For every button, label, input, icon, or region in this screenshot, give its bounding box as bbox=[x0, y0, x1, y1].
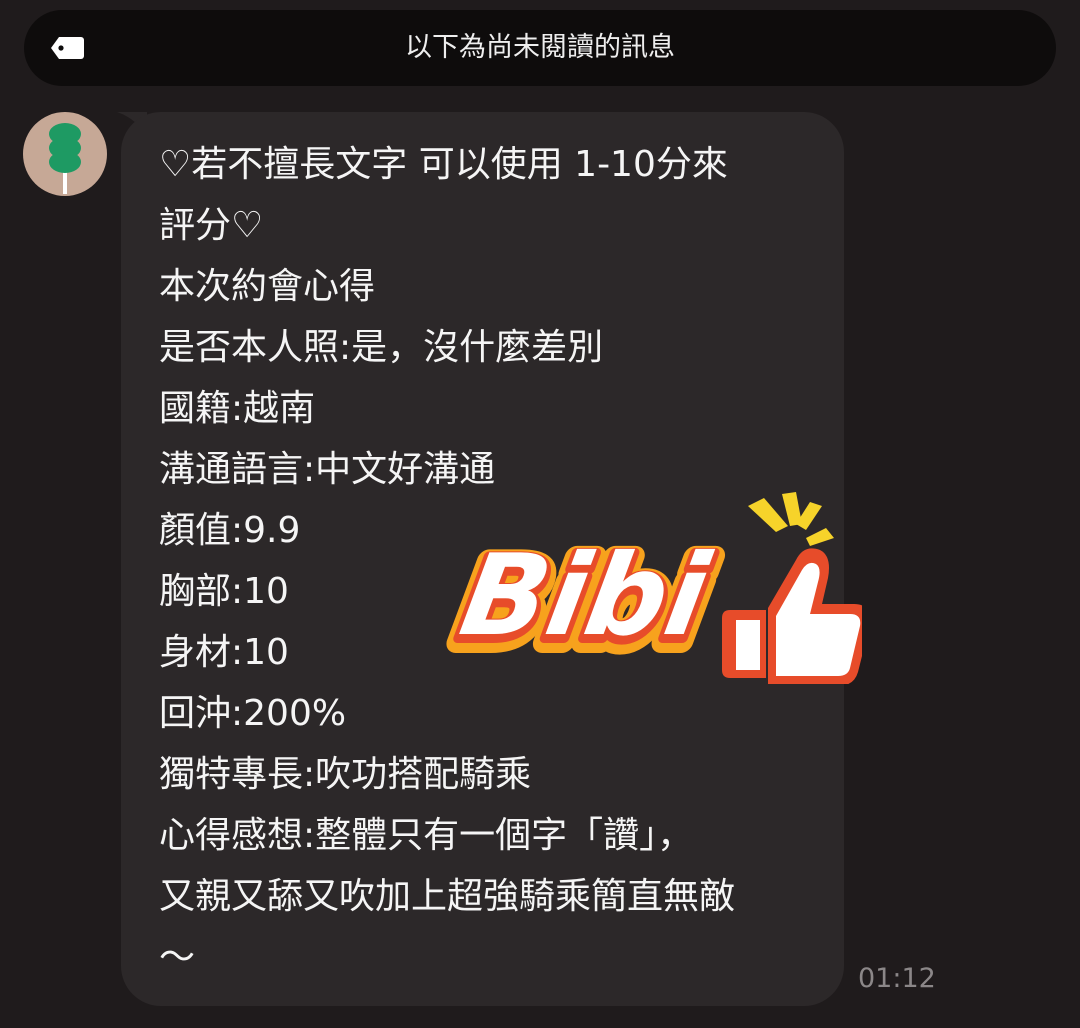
bibi-sticker: Bibi Bibi Bibi bbox=[440, 492, 862, 684]
sparkle-rays bbox=[748, 492, 834, 546]
thumbs-up-icon bbox=[722, 548, 862, 684]
message-line: ～ bbox=[159, 937, 196, 978]
message-line: 評分♡ bbox=[159, 205, 264, 246]
message-line: 本次約會心得 bbox=[159, 266, 376, 307]
message-line: 回沖:200% bbox=[159, 693, 347, 734]
message-timestamp: 01:12 bbox=[858, 963, 936, 994]
unread-messages-banner: 以下為尚未閱讀的訊息 bbox=[24, 10, 1056, 86]
sticker-text: Bibi bbox=[452, 530, 719, 661]
message-line: 心得感想:整體只有一個字「讚」， bbox=[159, 815, 694, 856]
message-line: 國籍:越南 bbox=[159, 388, 316, 429]
avatar[interactable] bbox=[23, 112, 107, 196]
tanghulu-icon bbox=[49, 123, 81, 194]
message-line: 獨特專長:吹功搭配騎乘 bbox=[159, 754, 532, 795]
message-line: 又親又舔又吹加上超強騎乘簡直無敵 bbox=[159, 876, 736, 917]
message-line: ♡若不擅長文字 可以使用 1-10分來 bbox=[159, 144, 728, 185]
unread-messages-label: 以下為尚未閱讀的訊息 bbox=[405, 32, 675, 63]
message-line: 是否本人照:是，沒什麼差別 bbox=[159, 327, 604, 368]
